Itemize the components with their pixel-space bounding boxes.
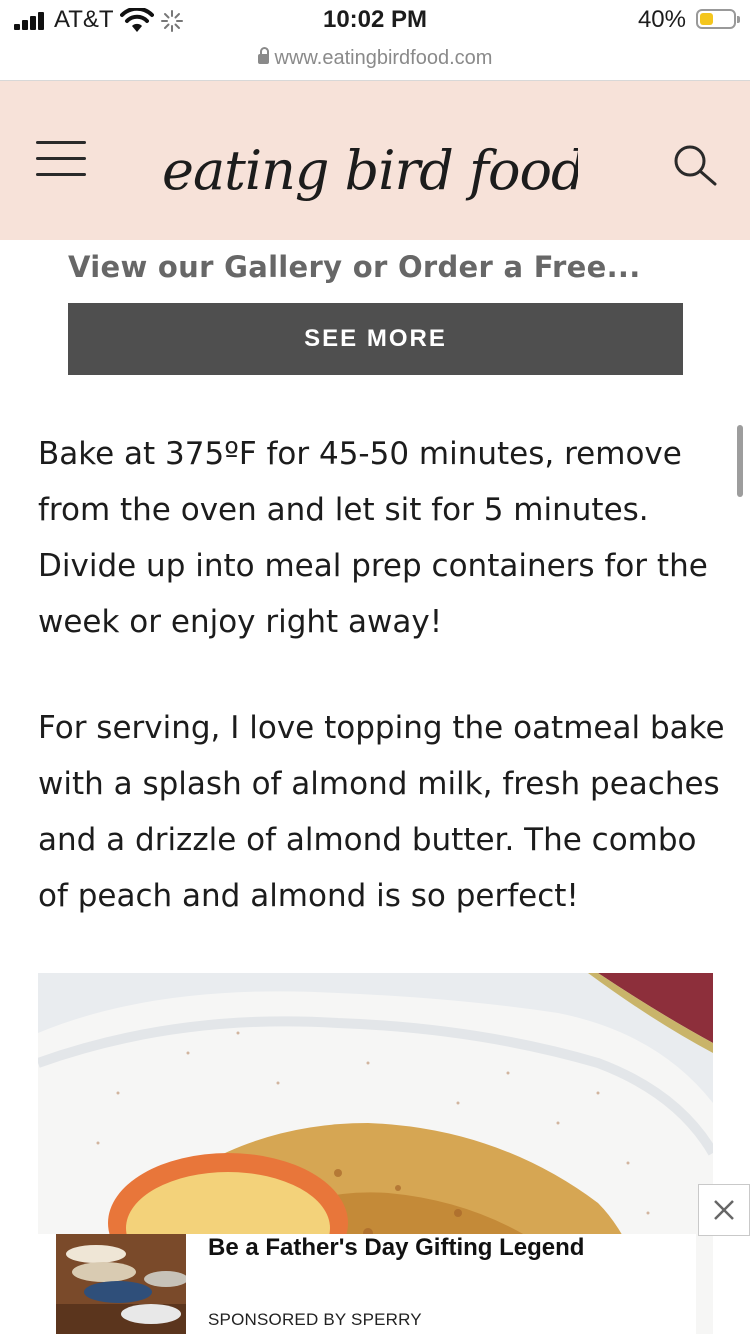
sponsored-ad-banner[interactable]: Be a Father's Day Gifting Legend SPONSOR… [38,1234,696,1334]
address-bar[interactable]: www.eatingbirdfood.com [0,42,750,81]
see-more-button[interactable]: SEE MORE [68,303,683,375]
site-logo[interactable]: eating bird food [158,121,578,231]
battery-icon [696,9,740,29]
ad-thumbnail-shoes-image[interactable] [56,1234,186,1334]
gallery-teaser-text: View our Gallery or Order a Free... [68,250,641,284]
hamburger-menu-icon[interactable] [36,141,86,177]
close-icon [714,1200,734,1220]
scrollbar[interactable] [737,425,743,497]
logo-text: eating bird food [162,139,578,202]
search-icon[interactable] [672,143,718,187]
battery-percentage: 40% [637,6,686,33]
status-bar: AT&T 10:02 PM 40% [0,0,750,42]
article-paragraph: Bake at 375ºF for 45-50 minutes, remove … [38,436,708,640]
article-paragraph: For serving, I love topping the oatmeal … [38,710,725,914]
ad-close-button[interactable] [698,1184,750,1236]
url-text: www.eatingbirdfood.com [274,47,493,69]
lock-icon [257,47,269,64]
ad-sponsor-label: SPONSORED BY SPERRY [208,1310,422,1329]
site-header: eating bird food [0,81,750,240]
ad-title[interactable]: Be a Father's Day Gifting Legend [208,1234,584,1262]
